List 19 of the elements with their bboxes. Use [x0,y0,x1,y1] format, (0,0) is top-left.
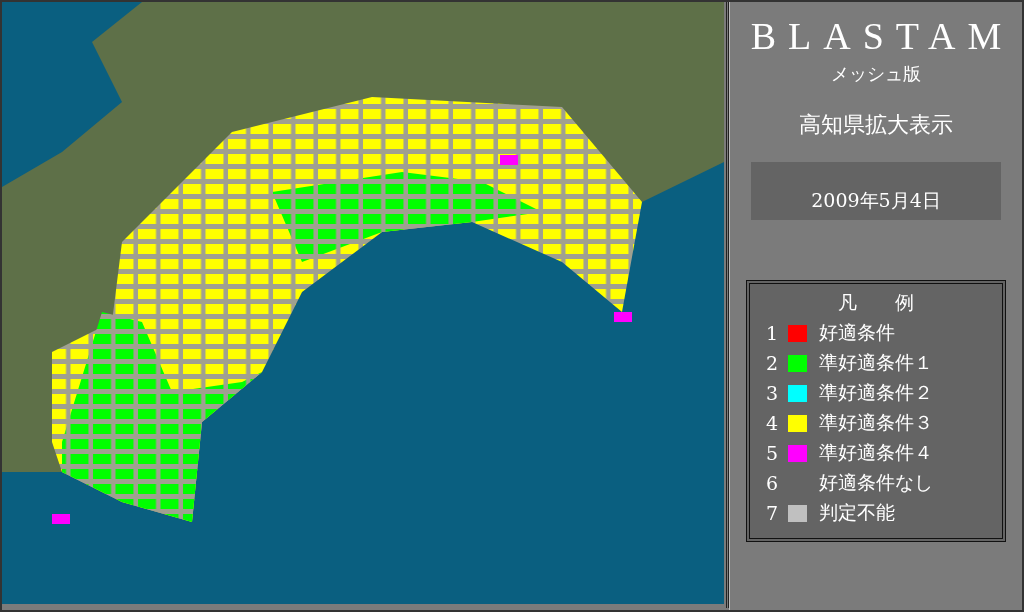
legend-label: 準好適条件４ [819,440,933,465]
legend-label: 判定不能 [819,500,895,525]
legend-number: 2 [766,352,780,374]
legend-number: 1 [766,322,780,344]
legend-label: 好適条件 [819,320,895,345]
app-title: BLASTAM [750,14,1014,58]
legend-label: 準好適条件２ [819,380,933,405]
legend-number: 4 [766,412,780,434]
legend-label: 準好適条件３ [819,410,933,435]
legend-number: 5 [766,442,780,464]
legend-number: 3 [766,382,780,404]
legend-number: 7 [766,502,780,524]
date-display: 2009年5月4日 [751,162,1001,220]
legend-number: 6 [766,472,780,494]
legend-label: 好適条件なし [819,470,933,495]
legend-label: 準好適条件１ [819,350,933,375]
region-label: 高知県拡大表示 [799,111,953,139]
legend-title: 凡 例 [837,290,915,315]
edition-label: メッシュ版 [831,62,921,86]
